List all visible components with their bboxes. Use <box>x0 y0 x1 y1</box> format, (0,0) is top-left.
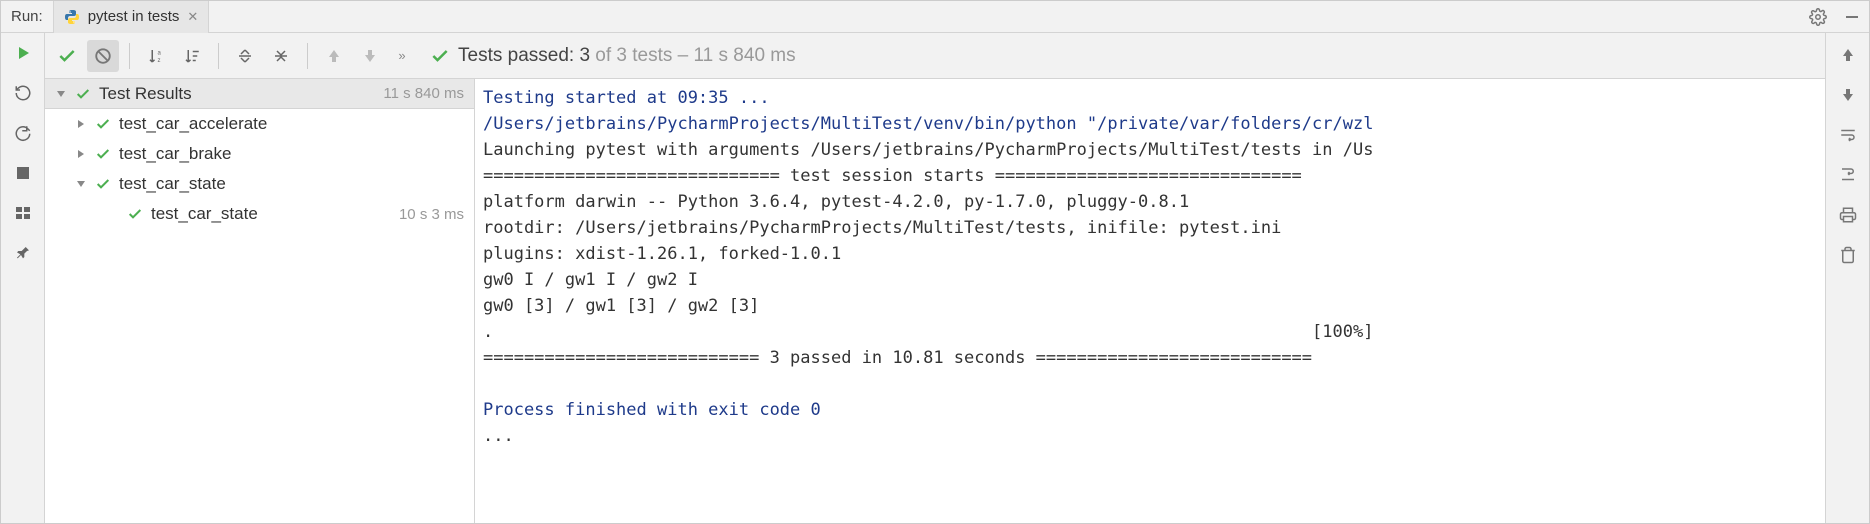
run-label: Run: <box>1 8 53 25</box>
check-icon <box>95 146 111 162</box>
show-passed-icon[interactable] <box>51 40 83 72</box>
status-count: 3 <box>579 45 590 66</box>
separator <box>129 43 130 69</box>
check-icon <box>75 86 91 102</box>
previous-failed-icon[interactable] <box>318 40 350 72</box>
show-ignored-icon[interactable] <box>87 40 119 72</box>
console-line: ... <box>483 426 514 446</box>
svg-text:z: z <box>158 58 161 64</box>
console-line: rootdir: /Users/jetbrains/PycharmProject… <box>483 218 1281 238</box>
test-tree[interactable]: Test Results 11 s 840 ms test_car_accele… <box>45 79 475 523</box>
tree-root[interactable]: Test Results 11 s 840 ms <box>45 79 474 109</box>
console-line: Process finished with exit code 0 <box>483 400 821 420</box>
print-icon[interactable] <box>1836 203 1860 227</box>
separator <box>307 43 308 69</box>
tool-window-header: Run: pytest in tests ✕ <box>1 1 1869 33</box>
console-output[interactable]: Testing started at 09:35 ... /Users/jetb… <box>475 79 1825 523</box>
console-line: =========================== 3 passed in … <box>483 348 1312 368</box>
minimize-icon[interactable] <box>1835 1 1869 33</box>
test-toolbar: az » <box>45 33 1825 79</box>
close-icon[interactable]: ✕ <box>187 9 198 25</box>
chevron-down-icon[interactable] <box>55 88 71 100</box>
left-action-rail <box>1 33 45 523</box>
trash-icon[interactable] <box>1836 243 1860 267</box>
chevron-right-icon[interactable] <box>75 148 91 160</box>
check-icon <box>430 46 450 66</box>
pin-icon[interactable] <box>11 241 35 265</box>
tree-label: test_car_state <box>151 204 399 224</box>
console-line: platform darwin -- Python 3.6.4, pytest-… <box>483 192 1189 212</box>
tree-time: 10 s 3 ms <box>399 206 464 223</box>
tree-label: Test Results <box>99 84 383 104</box>
chevron-down-icon[interactable] <box>75 178 91 190</box>
tree-node[interactable]: test_car_accelerate <box>45 109 474 139</box>
check-icon <box>95 176 111 192</box>
tree-label: test_car_brake <box>119 144 464 164</box>
stop-icon[interactable] <box>11 161 35 185</box>
console-line: Testing started at 09:35 ... <box>483 88 770 108</box>
tree-node[interactable]: test_car_brake <box>45 139 474 169</box>
console-line: gw0 I / gw1 I / gw2 I <box>483 270 698 290</box>
scroll-up-icon[interactable] <box>1836 43 1860 67</box>
python-icon <box>64 9 80 25</box>
console-line: ============================= test sessi… <box>483 166 1302 186</box>
console-line: plugins: xdist-1.26.1, forked-1.0.1 <box>483 244 841 264</box>
collapse-all-icon[interactable] <box>265 40 297 72</box>
status-prefix: Tests passed: <box>458 45 579 66</box>
layout-icon[interactable] <box>11 201 35 225</box>
console-line: Launching pytest with arguments /Users/j… <box>483 140 1373 160</box>
soft-wrap-icon[interactable] <box>1836 123 1860 147</box>
scroll-to-end-icon[interactable] <box>1836 163 1860 187</box>
console-line: gw0 [3] / gw1 [3] / gw2 [3] <box>483 296 759 316</box>
console-line: /Users/jetbrains/PycharmProjects/MultiTe… <box>483 114 1373 134</box>
svg-text:a: a <box>158 50 162 56</box>
more-icon[interactable]: » <box>390 40 414 72</box>
gear-icon[interactable] <box>1801 1 1835 33</box>
check-icon <box>127 206 143 222</box>
tab-label: pytest in tests <box>88 8 180 25</box>
console-line: . [100%] <box>483 322 1373 342</box>
tree-leaf[interactable]: test_car_state 10 s 3 ms <box>45 199 474 229</box>
expand-all-icon[interactable] <box>229 40 261 72</box>
sort-alphabetically-icon[interactable]: az <box>140 40 172 72</box>
tree-label: test_car_state <box>119 174 464 194</box>
separator <box>218 43 219 69</box>
tree-node[interactable]: test_car_state <box>45 169 474 199</box>
rerun-icon[interactable] <box>11 41 35 65</box>
chevron-right-icon[interactable] <box>75 118 91 130</box>
check-icon <box>95 116 111 132</box>
rerun-failed-icon[interactable] <box>11 81 35 105</box>
next-failed-icon[interactable] <box>354 40 386 72</box>
scroll-down-icon[interactable] <box>1836 83 1860 107</box>
toggle-auto-test-icon[interactable] <box>11 121 35 145</box>
tree-label: test_car_accelerate <box>119 114 464 134</box>
run-config-tab[interactable]: pytest in tests ✕ <box>53 1 210 33</box>
status-suffix: of 3 tests – 11 s 840 ms <box>590 45 796 66</box>
test-status: Tests passed: 3 of 3 tests – 11 s 840 ms <box>430 45 796 67</box>
sort-by-duration-icon[interactable] <box>176 40 208 72</box>
right-action-rail <box>1825 33 1869 523</box>
tree-time: 11 s 840 ms <box>383 85 464 102</box>
